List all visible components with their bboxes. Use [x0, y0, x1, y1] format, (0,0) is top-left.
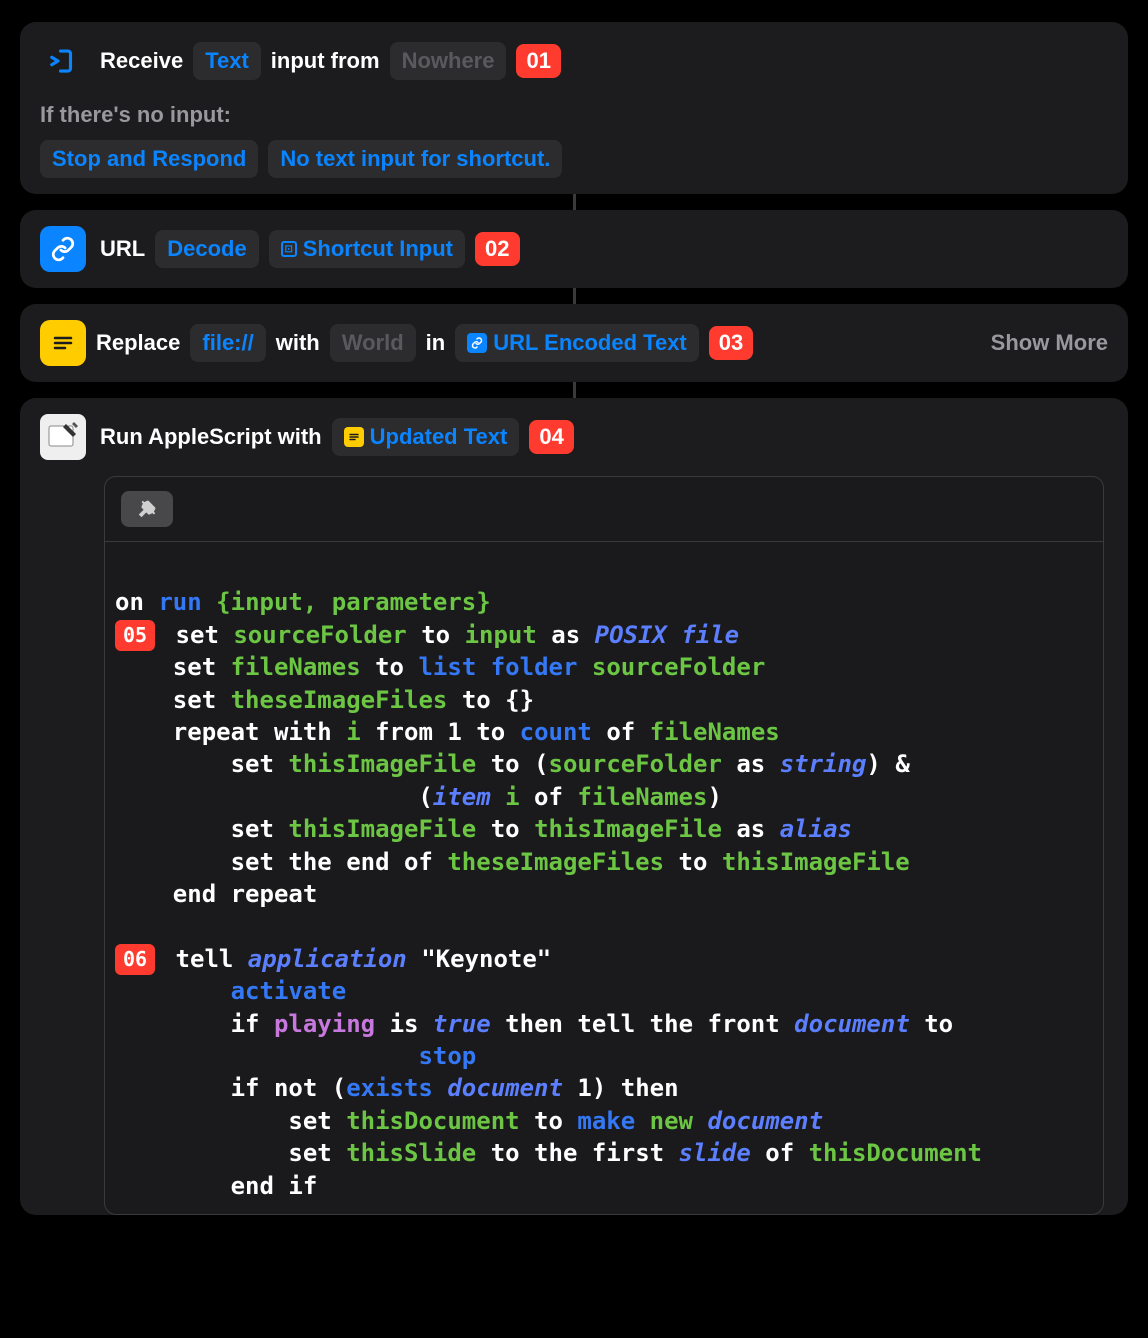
input-source-token[interactable]: Nowhere	[390, 42, 507, 80]
receive-prefix: Receive	[100, 48, 183, 74]
text-mini-icon	[344, 427, 364, 447]
code-toolbar	[105, 477, 1103, 542]
connector	[573, 194, 576, 210]
applescript-source[interactable]: on run {input, parameters} 05 set source…	[105, 542, 1103, 1214]
replace-mid2: in	[426, 330, 446, 356]
receive-mid: input from	[271, 48, 380, 74]
replace-mid1: with	[276, 330, 320, 356]
action-url[interactable]: URL Decode ⊡ Shortcut Input 02	[20, 210, 1128, 288]
url-input-token[interactable]: ⊡ Shortcut Input	[269, 230, 465, 268]
variable-icon: ⊡	[281, 241, 297, 257]
code-badge-05: 05	[115, 620, 155, 651]
input-type-token[interactable]: Text	[193, 42, 261, 80]
replace-input-token[interactable]: URL Encoded Text	[455, 324, 699, 362]
step-badge-03: 03	[709, 326, 753, 360]
no-input-message-token[interactable]: No text input for shortcut.	[268, 140, 562, 178]
replace-title: Replace	[96, 330, 180, 356]
connector	[573, 288, 576, 304]
action-receive-input[interactable]: Receive Text input from Nowhere 01 If th…	[20, 22, 1128, 194]
code-badge-06: 06	[115, 944, 155, 975]
applescript-code-area: on run {input, parameters} 05 set source…	[104, 476, 1104, 1215]
url-action-token[interactable]: Decode	[155, 230, 258, 268]
compile-button[interactable]	[121, 491, 173, 527]
action-run-applescript[interactable]: Run AppleScript with Updated Text 04 on …	[20, 398, 1128, 1215]
replace-with-token[interactable]: World	[330, 324, 416, 362]
no-input-action-token[interactable]: Stop and Respond	[40, 140, 258, 178]
receive-input-icon	[40, 38, 86, 84]
url-icon	[40, 226, 86, 272]
action-replace-text[interactable]: Replace file:// with World in URL Encode…	[20, 304, 1128, 382]
applescript-input-token[interactable]: Updated Text	[332, 418, 520, 456]
replace-find-token[interactable]: file://	[190, 324, 265, 362]
applescript-icon	[40, 414, 86, 460]
text-icon	[40, 320, 86, 366]
step-badge-04: 04	[529, 420, 573, 454]
no-input-label: If there's no input:	[40, 102, 1108, 128]
step-badge-02: 02	[475, 232, 519, 266]
connector	[573, 382, 576, 398]
step-badge-01: 01	[516, 44, 560, 78]
link-mini-icon	[467, 333, 487, 353]
url-title: URL	[100, 236, 145, 262]
show-more-button[interactable]: Show More	[991, 330, 1108, 356]
applescript-title: Run AppleScript with	[100, 424, 322, 450]
